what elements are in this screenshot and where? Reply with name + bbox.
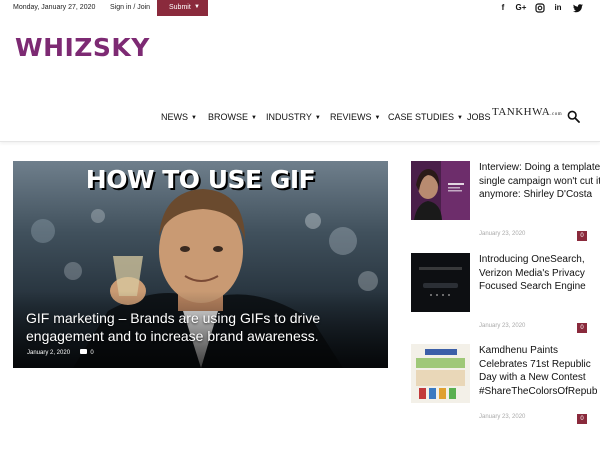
partner-suffix: .com — [550, 112, 563, 117]
current-date: Monday, January 27, 2020 — [13, 4, 96, 11]
nav-item-jobs[interactable]: JOBS — [467, 112, 491, 122]
post-thumbnail[interactable] — [411, 344, 470, 403]
list-item: Kamdhenu Paints Celebrates 71st Republic… — [411, 344, 600, 430]
nav-item-reviews[interactable]: REVIEWS ▼ — [330, 112, 380, 122]
post-date: January 23, 2020 — [479, 231, 526, 237]
partner-name: TANKHWA — [492, 106, 551, 118]
list-item: Introducing OneSearch, Verizon Media's P… — [411, 253, 600, 339]
main-navigation: NEWS ▼ BROWSE ▼ INDUSTRY ▼ REVIEWS ▼ CASE ST… — [0, 94, 600, 142]
nav-label: INDUSTRY — [266, 112, 312, 122]
nav-label: CASE STUDIES — [388, 112, 455, 122]
post-title[interactable]: Interview: Doing a template single campa… — [479, 161, 600, 202]
top-bar: Monday, January 27, 2020 Sign in / Join … — [0, 0, 600, 17]
featured-post-title[interactable]: GIF marketing – Brands are using GIFs to… — [26, 309, 376, 345]
featured-post[interactable]: HOW TO USE GIF GIF marketing – Brands ar… — [13, 161, 388, 368]
site-logo[interactable]: WHIZSKY — [15, 34, 150, 62]
signin-link[interactable]: Sign in / Join — [110, 4, 150, 11]
nav-label: REVIEWS — [330, 112, 372, 122]
chevron-down-icon: ▼ — [314, 115, 321, 121]
chevron-down-icon: ▼ — [251, 115, 257, 121]
nav-item-browse[interactable]: BROWSE ▼ — [208, 112, 257, 122]
comment-count: 0 — [90, 350, 94, 356]
chevron-down-icon: ▼ — [457, 115, 463, 121]
hero-image-text: HOW TO USE GIF — [85, 165, 316, 194]
featured-post-meta: January 2, 2020 0 — [27, 349, 94, 356]
post-title[interactable]: Introducing OneSearch, Verizon Media's P… — [479, 253, 600, 294]
nav-label: NEWS — [161, 112, 188, 122]
comment-count-badge[interactable]: 0 — [577, 414, 587, 424]
instagram-icon[interactable] — [534, 2, 546, 14]
search-icon[interactable] — [567, 110, 580, 123]
nav-item-case-studies[interactable]: CASE STUDIES ▼ — [388, 112, 463, 122]
comment-icon — [79, 349, 87, 354]
nav-label: BROWSE — [208, 112, 249, 122]
post-date: January 23, 2020 — [479, 414, 526, 420]
post-date: January 23, 2020 — [479, 323, 526, 329]
nav-item-industry[interactable]: INDUSTRY ▼ — [266, 112, 321, 122]
post-thumbnail[interactable] — [411, 253, 470, 312]
google-plus-icon[interactable]: G+ — [513, 2, 529, 14]
post-thumbnail[interactable] — [411, 161, 470, 220]
facebook-icon[interactable]: f — [497, 2, 509, 14]
comment-count-badge[interactable]: 0 — [577, 323, 587, 333]
chevron-down-icon: ▼ — [374, 115, 381, 121]
chevron-down-icon: ▼ — [191, 115, 197, 121]
comment-count-badge[interactable]: 0 — [577, 231, 587, 241]
list-item: Interview: Doing a template single campa… — [411, 161, 600, 247]
logo-text: WHIZSKY — [15, 33, 150, 62]
post-date: January 2, 2020 — [27, 350, 71, 356]
post-title[interactable]: Kamdhenu Paints Celebrates 71st Republic… — [479, 344, 600, 398]
twitter-icon[interactable] — [572, 2, 584, 14]
linkedin-icon[interactable]: in — [552, 2, 564, 14]
nav-item-news[interactable]: NEWS ▼ — [161, 112, 197, 122]
tankhwa-logo[interactable]: TANKHWA.com — [492, 106, 562, 118]
submit-button[interactable]: Submit ▼ — [157, 0, 208, 16]
submit-label: Submit — [169, 4, 191, 11]
chevron-down-icon: ▼ — [194, 4, 200, 10]
